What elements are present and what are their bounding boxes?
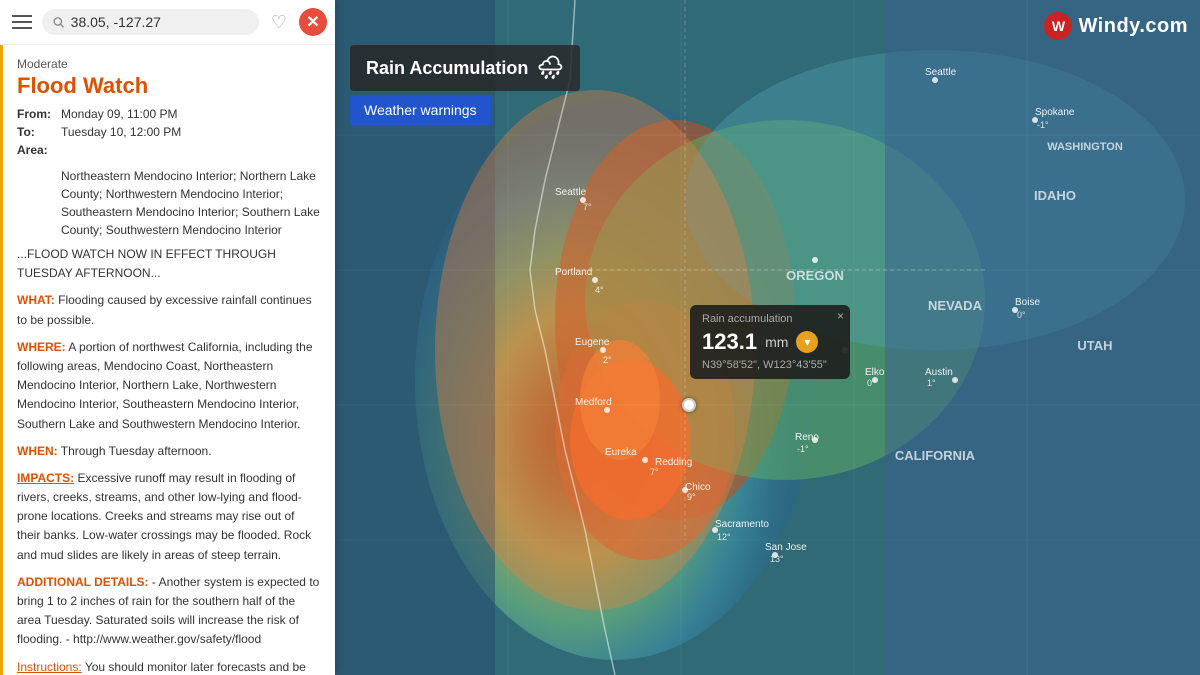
instructions-section: Instructions: You should monitor later f…: [17, 658, 321, 675]
svg-text:0°: 0°: [867, 378, 876, 388]
svg-text:7°: 7°: [650, 467, 659, 477]
from-value: Monday 09, 11:00 PM: [61, 107, 178, 121]
instructions-label: Instructions:: [17, 660, 82, 674]
svg-text:Austin: Austin: [925, 367, 953, 378]
to-value: Tuesday 10, 12:00 PM: [61, 125, 181, 139]
area-label: Area:: [17, 143, 57, 157]
svg-text:Spokane: Spokane: [1035, 107, 1075, 118]
where-label: WHERE:: [17, 340, 66, 354]
warning-panel[interactable]: Moderate Flood Watch From: Monday 09, 11…: [0, 45, 335, 675]
additional-section: ADDITIONAL DETAILS: - Another system is …: [17, 573, 321, 650]
additional-label: ADDITIONAL DETAILS:: [17, 575, 149, 589]
svg-text:Elko: Elko: [865, 367, 885, 378]
svg-text:UTAH: UTAH: [1077, 338, 1112, 353]
svg-text:OREGON: OREGON: [786, 268, 844, 283]
svg-text:NEVADA: NEVADA: [928, 298, 983, 313]
search-input[interactable]: [71, 14, 249, 30]
svg-text:7°: 7°: [583, 202, 592, 212]
svg-text:13°: 13°: [770, 554, 784, 564]
svg-text:IDAHO: IDAHO: [1034, 188, 1076, 203]
windy-logo-mark: W: [1044, 12, 1072, 40]
close-button[interactable]: ✕: [299, 8, 327, 36]
svg-text:WASHINGTON: WASHINGTON: [1047, 141, 1123, 153]
close-icon: ✕: [306, 12, 319, 32]
rain-accum-label: Rain Accumulation: [366, 58, 528, 79]
popup-value: 123.1: [702, 329, 757, 355]
warning-to-row: To: Tuesday 10, 12:00 PM: [17, 125, 321, 139]
weather-warnings-label: Weather warnings: [364, 102, 477, 118]
impacts-label: IMPACTS:: [17, 471, 74, 485]
menu-button[interactable]: [8, 8, 36, 36]
what-section: WHAT: Flooding caused by excessive rainf…: [17, 291, 321, 329]
svg-text:4°: 4°: [595, 285, 604, 295]
data-popup: × Rain accumulation 123.1 mm ▾ N39°58'52…: [690, 305, 850, 379]
popup-coords: N39°58'52", W123°43'55": [702, 359, 838, 371]
svg-text:0°: 0°: [1017, 310, 1026, 320]
svg-text:Redding: Redding: [655, 457, 692, 468]
flood-watch-line: ...FLOOD WATCH NOW IN EFFECT THROUGH TUE…: [17, 245, 321, 283]
svg-text:Seattle: Seattle: [555, 187, 587, 198]
svg-text:Medford: Medford: [575, 397, 612, 408]
svg-text:Seattle: Seattle: [925, 67, 957, 78]
svg-text:Eugene: Eugene: [575, 337, 610, 348]
rain-accum-icon: 🌧: [536, 55, 564, 81]
left-panel: ♡ ✕ Moderate Flood Watch From: Monday 09…: [0, 0, 335, 675]
when-label: WHEN:: [17, 444, 58, 458]
svg-text:12°: 12°: [717, 532, 731, 542]
popup-close[interactable]: ×: [837, 309, 844, 323]
svg-text:2°: 2°: [603, 355, 612, 365]
svg-text:9°: 9°: [687, 492, 696, 502]
area-value: Northeastern Mendocino Interior; Norther…: [61, 167, 321, 239]
rain-accumulation-badge[interactable]: Rain Accumulation 🌧: [350, 45, 580, 91]
map-marker[interactable]: [682, 398, 696, 412]
impacts-section: IMPACTS: Excessive runoff may result in …: [17, 469, 321, 565]
popup-value-row: 123.1 mm ▾: [702, 329, 838, 355]
svg-text:Boise: Boise: [1015, 297, 1040, 308]
svg-text:Sacramento: Sacramento: [715, 519, 769, 530]
search-box: [42, 9, 259, 35]
svg-text:Eureka: Eureka: [605, 447, 637, 458]
what-text: Flooding caused by excessive rainfall co…: [17, 293, 312, 326]
heart-icon: ♡: [271, 12, 287, 33]
from-label: From:: [17, 107, 57, 121]
svg-text:Reno: Reno: [795, 432, 819, 443]
when-text: Through Tuesday afternoon.: [61, 444, 212, 458]
windy-logo-text: Windy.com: [1078, 15, 1188, 38]
when-section: WHEN: Through Tuesday afternoon.: [17, 442, 321, 461]
warning-title: Flood Watch: [17, 73, 321, 99]
windy-w: W: [1052, 18, 1065, 34]
top-bar: ♡ ✕: [0, 0, 335, 45]
where-section: WHERE: A portion of northwest California…: [17, 338, 321, 434]
popup-title: Rain accumulation: [702, 313, 838, 325]
svg-text:1°: 1°: [927, 378, 936, 388]
svg-text:CALIFORNIA: CALIFORNIA: [895, 448, 976, 463]
what-label: WHAT:: [17, 293, 55, 307]
popup-chevron[interactable]: ▾: [796, 331, 818, 353]
svg-text:-1°: -1°: [797, 444, 809, 454]
warning-area-row: Area:: [17, 143, 321, 157]
search-icon: [52, 15, 65, 29]
svg-text:-1°: -1°: [1037, 120, 1049, 130]
svg-text:San Jose: San Jose: [765, 542, 807, 553]
windy-logo: W Windy.com: [1044, 12, 1188, 40]
popup-unit: mm: [765, 334, 788, 350]
severity-label: Moderate: [17, 57, 321, 71]
favorites-button[interactable]: ♡: [265, 8, 293, 36]
svg-text:Portland: Portland: [555, 267, 592, 278]
to-label: To:: [17, 125, 57, 139]
warning-from-row: From: Monday 09, 11:00 PM: [17, 107, 321, 121]
map-area[interactable]: Seattle Portland Eugene Medford Eureka R…: [335, 0, 1200, 675]
weather-warnings-badge[interactable]: Weather warnings: [350, 95, 491, 125]
warning-body: ...FLOOD WATCH NOW IN EFFECT THROUGH TUE…: [17, 245, 321, 675]
